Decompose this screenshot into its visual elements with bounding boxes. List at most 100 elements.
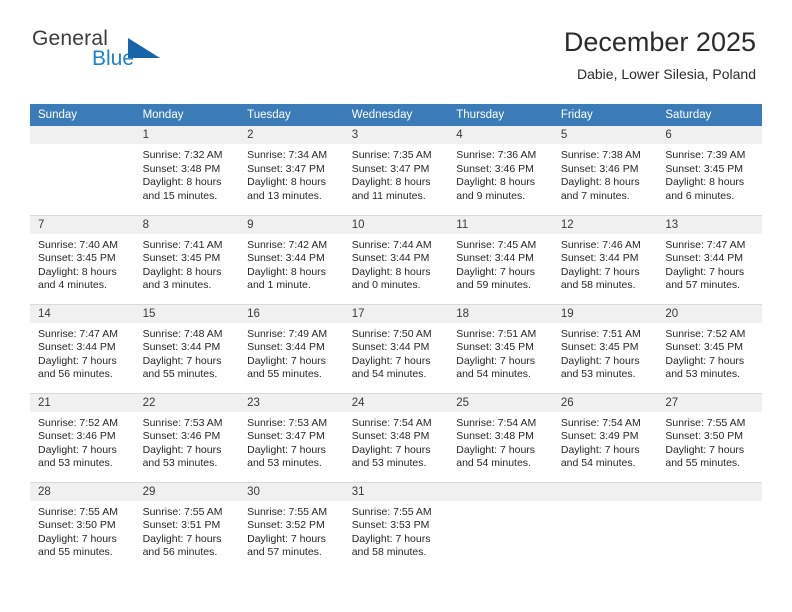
daylight-text-line2: and 3 minutes.	[142, 279, 212, 291]
calendar-day-cell[interactable]: 20 Sunrise: 7:52 AM Sunset: 3:45 PM Dayligh…	[657, 303, 762, 393]
sunrise-text: Sunrise: 7:36 AM	[456, 149, 537, 161]
day-details: Sunrise: 7:53 AM Sunset: 3:46 PM Daylight:…	[135, 412, 240, 471]
daylight-text-line1: Daylight: 7 hours	[142, 354, 222, 367]
calendar-day-cell[interactable]: 30 Sunrise: 7:55 AM Sunset: 3:52 PM Dayligh…	[239, 481, 344, 571]
daylight-text-line1: Daylight: 7 hours	[351, 443, 431, 456]
calendar-day-cell[interactable]: 13 Sunrise: 7:47 AM Sunset: 3:44 PM Dayligh…	[657, 214, 762, 304]
daylight-text-line1: Daylight: 7 hours	[665, 354, 745, 367]
page-header: General Blue December 2025 Dabie, Lower …	[0, 0, 792, 82]
daylight-text-line1: Daylight: 7 hours	[351, 532, 431, 545]
sunset-text: Sunset: 3:50 PM	[665, 430, 744, 442]
calendar-day-cell[interactable]: 28 Sunrise: 7:55 AM Sunset: 3:50 PM Dayligh…	[30, 481, 135, 571]
calendar-day-cell[interactable]: 7 Sunrise: 7:40 AM Sunset: 3:45 PM Daylight…	[30, 214, 135, 304]
triangle-icon	[128, 38, 160, 58]
day-number: 31	[343, 482, 449, 501]
sunset-text: Sunset: 3:50 PM	[38, 519, 116, 531]
day-number: 5	[552, 126, 658, 144]
calendar-day-cell[interactable]: 21 Sunrise: 7:52 AM Sunset: 3:46 PM Dayligh…	[30, 392, 135, 482]
calendar-day-cell[interactable]: 8 Sunrise: 7:41 AM Sunset: 3:45 PM Daylight…	[134, 214, 240, 304]
calendar-day-cell[interactable]: 24 Sunrise: 7:54 AM Sunset: 3:48 PM Dayligh…	[343, 392, 449, 482]
general-blue-logo[interactable]: General Blue	[32, 28, 182, 80]
day-number	[30, 126, 135, 144]
day-number: 6	[657, 126, 762, 144]
sunset-text: Sunset: 3:48 PM	[142, 162, 221, 175]
day-number: 26	[552, 393, 658, 412]
sunrise-text: Sunrise: 7:47 AM	[38, 327, 118, 340]
day-number: 22	[134, 393, 240, 412]
sunset-text: Sunset: 3:44 PM	[247, 252, 325, 264]
sunset-text: Sunset: 3:44 PM	[142, 341, 221, 353]
sunset-text: Sunset: 3:44 PM	[456, 252, 534, 264]
sunrise-text: Sunrise: 7:35 AM	[351, 149, 432, 161]
calendar-day-cell[interactable]: 12 Sunrise: 7:46 AM Sunset: 3:44 PM Dayligh…	[552, 214, 658, 304]
daylight-text-line1: Daylight: 8 hours	[142, 265, 222, 278]
calendar-day-cell[interactable]: 5 Sunrise: 7:38 AM Sunset: 3:46 PM Daylight…	[552, 126, 658, 215]
sunset-text: Sunset: 3:48 PM	[351, 430, 430, 442]
sunrise-text: Sunrise: 7:53 AM	[247, 416, 328, 429]
daylight-text-line2: and 7 minutes.	[560, 189, 630, 202]
calendar-day-cell[interactable]: 26 Sunrise: 7:54 AM Sunset: 3:49 PM Dayligh…	[552, 392, 658, 482]
calendar-week-row: 1 Sunrise: 7:32 AM Sunset: 3:48 PM Daylight…	[30, 126, 762, 215]
daylight-text-line2: and 54 minutes.	[351, 368, 427, 380]
calendar-day-cell[interactable]: 25 Sunrise: 7:54 AM Sunset: 3:48 PM Dayligh…	[448, 392, 553, 482]
daylight-text-line1: Daylight: 7 hours	[456, 265, 536, 278]
day-details: Sunrise: 7:52 AM Sunset: 3:45 PM Daylight:…	[657, 323, 762, 382]
sunset-text: Sunset: 3:45 PM	[665, 341, 744, 353]
daylight-text-line1: Daylight: 8 hours	[247, 176, 326, 188]
calendar-day-cell[interactable]: 4 Sunrise: 7:36 AM Sunset: 3:46 PM Daylight…	[448, 126, 553, 215]
day-number: 24	[343, 393, 449, 412]
daylight-text-line2: and 55 minutes.	[142, 368, 218, 380]
sunrise-text: Sunrise: 7:52 AM	[665, 327, 746, 340]
day-details: Sunrise: 7:42 AM Sunset: 3:44 PM Daylight:…	[239, 234, 344, 293]
day-details: Sunrise: 7:34 AM Sunset: 3:47 PM Daylight:…	[239, 144, 344, 203]
day-details: Sunrise: 7:47 AM Sunset: 3:44 PM Daylight:…	[30, 323, 135, 382]
calendar-day-cell[interactable]: 15 Sunrise: 7:48 AM Sunset: 3:44 PM Dayligh…	[134, 303, 240, 393]
calendar-day-cell[interactable]: 1 Sunrise: 7:32 AM Sunset: 3:48 PM Daylight…	[134, 126, 240, 215]
calendar-day-cell[interactable]: 18 Sunrise: 7:51 AM Sunset: 3:45 PM Dayligh…	[448, 303, 553, 393]
calendar-day-cell[interactable]: 31 Sunrise: 7:55 AM Sunset: 3:53 PM Dayligh…	[343, 481, 449, 571]
calendar-day-cell[interactable]: 11 Sunrise: 7:45 AM Sunset: 3:44 PM Dayligh…	[448, 214, 553, 304]
daylight-text-line2: and 53 minutes.	[38, 457, 113, 469]
calendar-day-cell[interactable]: 10 Sunrise: 7:44 AM Sunset: 3:44 PM Dayligh…	[343, 214, 449, 304]
calendar-day-cell-empty	[552, 481, 658, 571]
daylight-text-line1: Daylight: 7 hours	[456, 354, 536, 367]
calendar-day-cell[interactable]: 17 Sunrise: 7:50 AM Sunset: 3:44 PM Dayligh…	[343, 303, 449, 393]
sunrise-text: Sunrise: 7:54 AM	[351, 416, 432, 429]
daylight-text-line1: Daylight: 7 hours	[247, 354, 326, 367]
calendar-day-cell[interactable]: 23 Sunrise: 7:53 AM Sunset: 3:47 PM Dayligh…	[239, 392, 344, 482]
calendar-day-cell[interactable]: 22 Sunrise: 7:53 AM Sunset: 3:46 PM Dayligh…	[134, 392, 240, 482]
daylight-text-line1: Daylight: 8 hours	[560, 176, 640, 188]
sunset-text: Sunset: 3:48 PM	[456, 430, 534, 442]
calendar-day-cell[interactable]: 19 Sunrise: 7:51 AM Sunset: 3:45 PM Dayligh…	[552, 303, 658, 393]
day-details: Sunrise: 7:55 AM Sunset: 3:50 PM Daylight:…	[657, 412, 762, 471]
calendar-day-cell[interactable]: 14 Sunrise: 7:47 AM Sunset: 3:44 PM Dayligh…	[30, 303, 135, 393]
calendar-day-cell[interactable]: 9 Sunrise: 7:42 AM Sunset: 3:44 PM Daylight…	[239, 214, 344, 304]
day-details: Sunrise: 7:41 AM Sunset: 3:45 PM Daylight:…	[135, 234, 240, 293]
calendar-day-cell[interactable]: 29 Sunrise: 7:55 AM Sunset: 3:51 PM Dayligh…	[134, 481, 240, 571]
day-details: Sunrise: 7:50 AM Sunset: 3:44 PM Daylight:…	[344, 323, 449, 382]
daylight-text-line1: Daylight: 7 hours	[665, 443, 745, 456]
day-details: Sunrise: 7:36 AM Sunset: 3:46 PM Daylight:…	[448, 144, 553, 203]
day-number: 1	[134, 126, 240, 144]
daylight-text-line2: and 9 minutes.	[456, 189, 526, 202]
daylight-text-line1: Daylight: 8 hours	[38, 265, 117, 278]
daylight-text-line1: Daylight: 7 hours	[38, 443, 117, 456]
day-details: Sunrise: 7:45 AM Sunset: 3:44 PM Daylight:…	[448, 234, 553, 293]
day-details: Sunrise: 7:55 AM Sunset: 3:53 PM Daylight:…	[344, 501, 449, 560]
calendar-day-cell[interactable]: 27 Sunrise: 7:55 AM Sunset: 3:50 PM Dayligh…	[657, 392, 762, 482]
day-number: 2	[239, 126, 344, 144]
day-details: Sunrise: 7:32 AM Sunset: 3:48 PM Daylight:…	[135, 144, 240, 203]
day-number: 23	[239, 393, 344, 412]
day-details: Sunrise: 7:55 AM Sunset: 3:52 PM Daylight:…	[239, 501, 344, 560]
day-number: 16	[239, 304, 344, 323]
sunset-text: Sunset: 3:47 PM	[247, 430, 325, 442]
daylight-text-line2: and 15 minutes.	[142, 189, 218, 202]
calendar-day-cell[interactable]: 2 Sunrise: 7:34 AM Sunset: 3:47 PM Daylight…	[239, 126, 344, 215]
calendar-day-cell-empty	[30, 126, 135, 215]
day-number: 10	[343, 215, 449, 234]
calendar-day-cell[interactable]: 16 Sunrise: 7:49 AM Sunset: 3:44 PM Dayligh…	[239, 303, 344, 393]
calendar-day-cell[interactable]: 3 Sunrise: 7:35 AM Sunset: 3:47 PM Daylight…	[343, 126, 449, 215]
day-number: 18	[448, 304, 553, 323]
daylight-text-line1: Daylight: 7 hours	[247, 532, 326, 545]
calendar-day-cell[interactable]: 6 Sunrise: 7:39 AM Sunset: 3:45 PM Daylight…	[657, 126, 762, 215]
